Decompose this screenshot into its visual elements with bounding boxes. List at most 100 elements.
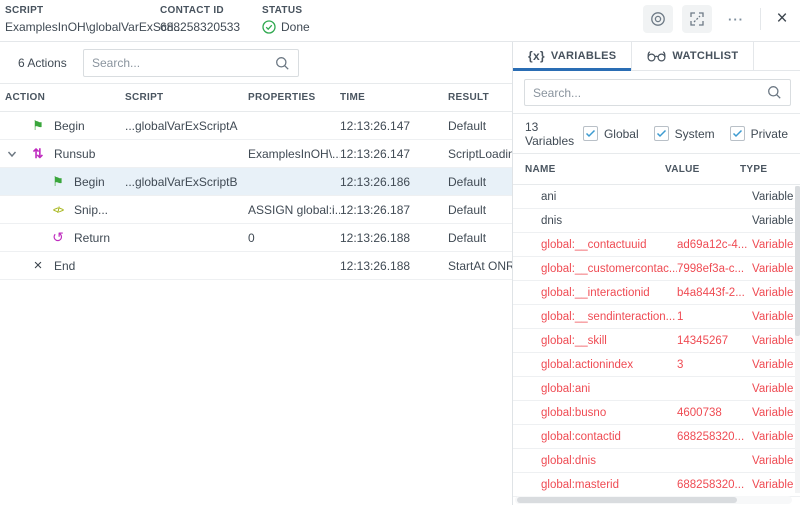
table-row[interactable]: ⚑ Begin ...globalVarExScriptA 12:13:26.1… xyxy=(0,112,512,140)
table-row[interactable]: </> Snip... ASSIGN global:i... 12:13:26.… xyxy=(0,196,512,224)
variables-filter-row: 13 Variables Global System Private xyxy=(513,114,800,154)
variable-name: global:actionindex xyxy=(513,359,677,371)
list-item[interactable]: dnis Variable xyxy=(513,209,800,233)
variable-name: global:__customercontac... xyxy=(513,263,677,275)
column-header-time[interactable]: TIME xyxy=(340,92,448,103)
status-badge: Done xyxy=(281,20,310,34)
concentric-circles-icon xyxy=(650,11,666,27)
action-cell: ⚑ Begin xyxy=(24,118,125,134)
filter-system[interactable]: System xyxy=(654,126,715,141)
list-item[interactable]: global:ani Variable xyxy=(513,377,800,401)
variables-search-input[interactable] xyxy=(533,86,767,100)
list-item[interactable]: global:contactid 688258320... Variable xyxy=(513,425,800,449)
vertical-scrollbar xyxy=(795,186,800,493)
column-header-script[interactable]: SCRIPT xyxy=(125,92,248,103)
variables-count: 13 Variables xyxy=(525,120,583,148)
table-row[interactable]: ⚑ Begin ...globalVarExScriptB 12:13:26.1… xyxy=(0,168,512,196)
variable-value: 688258320... xyxy=(677,431,752,443)
variable-type: Variable xyxy=(752,287,800,299)
action-cell: × End xyxy=(24,257,125,274)
checkbox-global xyxy=(583,126,598,141)
column-header-properties[interactable]: PROPERTIES xyxy=(248,92,340,103)
list-item[interactable]: global:__interactionid b4a8443f-2... Var… xyxy=(513,281,800,305)
tab-watchlist[interactable]: WATCHLIST xyxy=(632,42,754,70)
list-item[interactable]: global:dnis Variable xyxy=(513,449,800,473)
script-cell: ...globalVarExScriptA xyxy=(125,119,248,133)
column-header-type[interactable]: TYPE xyxy=(740,164,800,175)
target-button[interactable] xyxy=(643,5,673,33)
list-item[interactable]: global:masterid 688258320... Variable xyxy=(513,473,800,497)
result-cell: Default xyxy=(448,203,512,217)
more-options-button[interactable]: ··· xyxy=(721,5,751,33)
action-cell: </> Snip... xyxy=(24,203,125,217)
variable-name: global:__interactionid xyxy=(513,287,677,299)
script-value: ExamplesInOH\globalVarExScri... xyxy=(5,20,184,34)
variable-type: Variable xyxy=(752,335,800,347)
variable-name: global:__sendinteraction... xyxy=(513,311,677,323)
list-item[interactable]: global:__customercontac... 7998ef3a-c...… xyxy=(513,257,800,281)
time-cell: 12:13:26.147 xyxy=(340,147,448,161)
action-cell: ⇅ Runsub xyxy=(24,146,125,162)
list-item[interactable]: ani Variable xyxy=(513,185,800,209)
variable-name: global:ani xyxy=(513,383,677,395)
variable-type: Variable xyxy=(752,359,800,371)
variable-type: Variable xyxy=(752,239,800,251)
variable-type: Variable xyxy=(752,383,800,395)
actions-table-header: ACTION SCRIPT PROPERTIES TIME RESULT xyxy=(0,84,512,112)
column-header-result[interactable]: RESULT xyxy=(448,92,512,103)
variable-name: dnis xyxy=(513,215,677,227)
variable-type: Variable xyxy=(752,215,800,227)
variable-type: Variable xyxy=(752,311,800,323)
action-cell: ⚑ Begin xyxy=(24,174,125,190)
table-row[interactable]: × End 12:13:26.188 StartAt ONRELE xyxy=(0,252,512,280)
variable-type: Variable xyxy=(752,455,800,467)
variable-value: 4600738 xyxy=(677,407,752,419)
variables-panel: {x} VARIABLES WATCHLIST 13 Variables xyxy=(512,42,800,505)
check-icon xyxy=(656,129,667,138)
variable-name: global:__skill xyxy=(513,335,677,347)
return-icon: ↺ xyxy=(50,229,66,246)
filter-global[interactable]: Global xyxy=(583,126,639,141)
time-cell: 12:13:26.187 xyxy=(340,203,448,217)
contact-id-value: 688258320533 xyxy=(160,20,240,34)
check-icon xyxy=(732,129,743,138)
variable-name: global:busno xyxy=(513,407,677,419)
list-item[interactable]: global:__contactuuid ad69a12c-4... Varia… xyxy=(513,233,800,257)
variables-search-box xyxy=(524,79,791,106)
list-item[interactable]: global:__skill 14345267 Variable xyxy=(513,329,800,353)
table-row[interactable]: ⇅ Runsub ExamplesInOH\... 12:13:26.147 S… xyxy=(0,140,512,168)
time-cell: 12:13:26.188 xyxy=(340,231,448,245)
variables-table-body: ani Variable dnis Variable global:__cont… xyxy=(513,185,800,497)
script-cell: ...globalVarExScriptB xyxy=(125,175,248,189)
contact-id-info: CONTACT ID 688258320533 xyxy=(160,5,240,34)
list-item[interactable]: global:busno 4600738 Variable xyxy=(513,401,800,425)
action-label: Begin xyxy=(54,119,85,133)
vertical-scrollbar-thumb[interactable] xyxy=(795,186,800,336)
list-item[interactable]: global:__sendinteraction... 1 Variable xyxy=(513,305,800,329)
check-icon xyxy=(585,129,596,138)
time-cell: 12:13:26.147 xyxy=(340,119,448,133)
list-item[interactable]: global:actionindex 3 Variable xyxy=(513,353,800,377)
tab-variables[interactable]: {x} VARIABLES xyxy=(513,42,632,70)
expand-button[interactable] xyxy=(682,5,712,33)
chevron-down-icon[interactable] xyxy=(0,150,24,158)
variable-value: 14345267 xyxy=(677,335,752,347)
column-header-action[interactable]: ACTION xyxy=(0,92,125,103)
filter-private-label: Private xyxy=(751,127,788,141)
column-header-value[interactable]: VALUE xyxy=(665,164,740,175)
result-cell: Default xyxy=(448,175,512,189)
actions-search-input[interactable] xyxy=(92,56,275,70)
actions-panel: 6 Actions ACTION SCRIPT PROPERTIES TIME … xyxy=(0,42,512,505)
close-button[interactable]: × xyxy=(770,5,794,33)
flag-icon: ⚑ xyxy=(50,174,66,190)
horizontal-scrollbar-thumb[interactable] xyxy=(517,497,737,503)
action-label: Begin xyxy=(74,175,105,189)
action-cell: ↺ Return xyxy=(24,229,125,246)
checkbox-system xyxy=(654,126,669,141)
filter-private[interactable]: Private xyxy=(730,126,788,141)
table-row[interactable]: ↺ Return 0 12:13:26.188 Default xyxy=(0,224,512,252)
runsub-icon: ⇅ xyxy=(30,146,46,162)
variables-table-header: NAME VALUE TYPE xyxy=(513,154,800,185)
column-header-name[interactable]: NAME xyxy=(513,164,665,175)
tab-variables-label: VARIABLES xyxy=(551,50,616,62)
